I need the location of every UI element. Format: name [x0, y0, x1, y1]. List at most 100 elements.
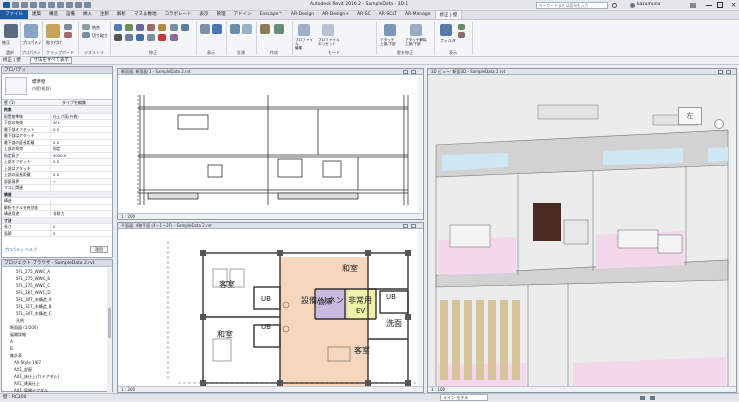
cut-icon[interactable] — [64, 32, 72, 38]
save-selection-icon[interactable] — [458, 24, 465, 30]
minimize-button[interactable] — [706, 5, 712, 6]
tab-analyze[interactable]: 解析 — [113, 10, 130, 19]
room-label[interactable]: UB — [261, 323, 271, 331]
hide-view-icon[interactable] — [200, 24, 210, 34]
mirror-icon[interactable] — [136, 24, 144, 31]
room-label[interactable]: 和室 — [217, 329, 233, 340]
filter-icon[interactable] — [440, 24, 452, 36]
property-value[interactable]: 0.0 — [50, 172, 112, 178]
measure-tool-icon[interactable] — [230, 24, 240, 34]
tab-manage[interactable]: 管理 — [213, 10, 230, 19]
redo-icon[interactable] — [39, 2, 46, 8]
tab-ar-sc[interactable]: AR-SC — [353, 10, 375, 19]
3d-scrollbar[interactable] — [731, 77, 736, 385]
section-scrollbar[interactable] — [418, 77, 422, 212]
browser-item[interactable]: AX-Style 1/67 — [2, 359, 106, 366]
detach-icon[interactable] — [410, 24, 422, 36]
property-value[interactable] — [50, 133, 112, 139]
tab-architecture[interactable]: 建築 — [28, 10, 45, 19]
join-label[interactable]: 結合 — [92, 25, 100, 31]
plan-scrollbar[interactable] — [418, 231, 422, 385]
property-value[interactable]: 仕上げ面(外側) — [50, 113, 112, 119]
property-value[interactable] — [50, 185, 112, 191]
room-label[interactable]: 客室 — [219, 279, 235, 290]
browser-item[interactable]: 5FL_275_WWC_B — [2, 275, 106, 282]
close-button[interactable]: × — [728, 0, 739, 10]
tab-systems[interactable]: 設備 — [62, 10, 79, 19]
trim-icon[interactable] — [147, 34, 155, 41]
cope-icon[interactable] — [82, 24, 90, 30]
3d-scale[interactable]: 1 : 100 — [431, 387, 445, 392]
browser-item[interactable]: 展開詳細 — [2, 331, 106, 338]
apply-button[interactable]: 適用 — [90, 246, 108, 253]
show-dimensions-button[interactable]: 寸法をすべて表示 — [30, 57, 72, 64]
property-value[interactable]: 0.0 — [50, 139, 112, 145]
edit-profile-icon[interactable] — [298, 24, 310, 36]
view-minimize-button[interactable] — [403, 224, 408, 228]
view-minimize-button[interactable] — [718, 70, 723, 74]
browser-item[interactable]: 集計表 — [2, 352, 106, 359]
view-close-button[interactable] — [411, 70, 416, 74]
create-group-icon[interactable] — [274, 24, 284, 34]
properties-help-link[interactable]: プロパティ ヘルプ — [4, 247, 37, 253]
tab-insert[interactable]: 挿入 — [79, 10, 96, 19]
cut-geometry-icon[interactable] — [82, 32, 90, 38]
create-part-icon[interactable] — [260, 24, 270, 34]
browser-item[interactable]: B — [2, 345, 106, 352]
view-close-button[interactable] — [411, 224, 416, 228]
open-icon[interactable] — [12, 2, 19, 8]
section-view[interactable]: 断面図: 断面図 1 - SampleData 2.rvt 1 : 200 — [117, 68, 424, 220]
property-value[interactable]: 非耐力 — [50, 211, 112, 217]
property-value[interactable] — [50, 198, 112, 204]
property-value[interactable]: ✓ — [50, 178, 112, 184]
selection-status-icon[interactable] — [650, 396, 655, 400]
tab-enscape[interactable]: Enscape™ — [256, 10, 287, 19]
room-label[interactable]: 客室 — [354, 345, 370, 356]
attach-icon[interactable] — [384, 24, 396, 36]
room-label[interactable]: 設備/リネン — [301, 295, 344, 306]
tab-addins[interactable]: アドイン — [230, 10, 256, 19]
tab-file[interactable]: ファイル — [0, 10, 28, 19]
edit-type-button[interactable]: タイプを編集 — [62, 100, 86, 106]
move-icon[interactable] — [114, 34, 122, 41]
property-value[interactable] — [50, 204, 112, 210]
room-label[interactable]: UB — [386, 293, 396, 301]
view-close-button[interactable] — [726, 70, 731, 74]
print-icon[interactable] — [48, 2, 55, 8]
3d-view[interactable]: 3D ビュー: 断面3D - SampleData 2.rvt 左 1: 10… — [427, 68, 737, 393]
browser-item[interactable]: AX1_建具仕上 — [2, 380, 106, 387]
property-value[interactable]: 0 — [50, 230, 112, 236]
override-graphics-icon[interactable] — [212, 24, 222, 34]
property-value[interactable]: 0.0 — [50, 126, 112, 132]
reset-profile-icon[interactable] — [322, 24, 334, 36]
search-input[interactable]: キーワードまたは語句を入力 — [536, 2, 608, 9]
save-icon[interactable] — [21, 2, 28, 8]
property-value[interactable]: 0 — [50, 224, 112, 230]
tab-ar-manage[interactable]: AR-Manage — [401, 10, 435, 19]
plan-view[interactable]: 平面図: 4階平面 (4ー1ー2F) - SampleData 2.rvt 和室… — [117, 222, 424, 393]
copy-icon[interactable] — [64, 24, 72, 30]
pin-icon[interactable] — [170, 24, 178, 31]
property-value[interactable]: 3050.0 — [50, 152, 112, 158]
property-value[interactable]: 4FL — [50, 120, 112, 126]
tab-ar-design-plus[interactable]: AR-Design+ — [318, 10, 353, 19]
offset-icon[interactable] — [125, 24, 133, 31]
tab-collaborate[interactable]: コラボレート — [161, 10, 196, 19]
viewcube[interactable]: 左 — [678, 107, 702, 125]
property-row[interactable]: 面積 0 — [2, 230, 112, 237]
tab-view[interactable]: 表示 — [196, 10, 213, 19]
room-label[interactable]: EV — [356, 307, 365, 315]
3d-view-icon[interactable] — [75, 2, 82, 8]
copy-element-icon[interactable] — [125, 34, 133, 41]
scale-icon[interactable] — [170, 34, 178, 41]
split-icon[interactable] — [158, 24, 166, 31]
tab-modify-wall[interactable]: 修正 | 壁 — [434, 10, 463, 19]
type-selector[interactable]: 壁 (1) — [4, 100, 15, 106]
filter-status-icon[interactable] — [640, 396, 645, 400]
browser-item[interactable]: A — [2, 338, 106, 345]
browser-scrollbar-thumb[interactable] — [108, 308, 111, 338]
section-scale[interactable]: 1 : 200 — [121, 214, 135, 219]
delete-icon[interactable] — [158, 34, 166, 41]
browser-item[interactable]: 5FL_307_木構造_A — [2, 296, 106, 303]
browser-item[interactable]: AX1_床仕上げ(テアダル) — [2, 373, 106, 380]
